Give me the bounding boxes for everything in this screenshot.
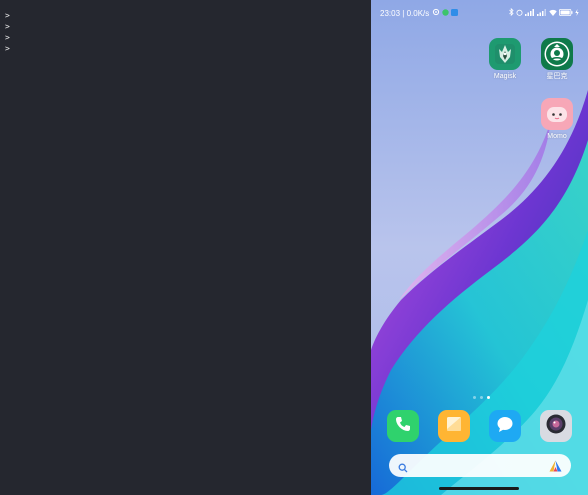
wifi-icon bbox=[549, 7, 557, 21]
momo-icon bbox=[541, 98, 573, 130]
dock-messages-app[interactable] bbox=[489, 410, 521, 442]
bluetooth-icon bbox=[509, 7, 514, 21]
signal-icon bbox=[537, 7, 547, 21]
terminal-panel[interactable]: > > > > bbox=[0, 0, 371, 495]
settings-gear-icon bbox=[432, 7, 440, 21]
notes-icon bbox=[444, 414, 464, 439]
alarm-icon bbox=[516, 7, 523, 21]
magisk-icon bbox=[489, 38, 521, 70]
phone-home-screen[interactable]: 23:03 | 0.0K/s Magisk 星巴克 Momo bbox=[371, 0, 588, 495]
app-magisk[interactable]: Magisk bbox=[485, 38, 525, 82]
app-momo[interactable]: Momo bbox=[537, 98, 577, 142]
notification-icon bbox=[442, 7, 449, 21]
assistant-icon[interactable] bbox=[549, 459, 562, 477]
page-indicator bbox=[473, 396, 490, 399]
page-dot bbox=[473, 396, 476, 399]
phone-icon bbox=[394, 415, 412, 438]
app-label: 星巴克 bbox=[546, 73, 568, 80]
dock-phone-app[interactable] bbox=[387, 410, 419, 442]
app-starbucks[interactable]: 星巴克 bbox=[537, 38, 577, 82]
status-bar: 23:03 | 0.0K/s bbox=[371, 7, 588, 21]
home-indicator[interactable] bbox=[439, 487, 519, 490]
battery-icon bbox=[559, 7, 573, 21]
signal-icon bbox=[525, 7, 535, 21]
terminal-prompt: > bbox=[5, 11, 10, 20]
app-label: Momo bbox=[547, 133, 567, 140]
search-icon bbox=[398, 460, 408, 478]
terminal-prompt: > bbox=[5, 44, 10, 53]
terminal-prompt: > bbox=[5, 22, 10, 31]
app-label: Magisk bbox=[493, 73, 517, 80]
page-dot bbox=[480, 396, 483, 399]
status-separator: | bbox=[402, 9, 405, 18]
status-time: 23:03 bbox=[380, 9, 401, 18]
search-bar[interactable] bbox=[389, 454, 571, 477]
messages-icon bbox=[495, 414, 515, 439]
terminal-prompt: > bbox=[5, 33, 10, 42]
dock-notes-app[interactable] bbox=[438, 410, 470, 442]
starbucks-icon bbox=[541, 38, 573, 70]
dock-camera-app[interactable] bbox=[540, 410, 572, 442]
notification-icon bbox=[450, 7, 458, 21]
status-network-speed: 0.0K/s bbox=[406, 9, 430, 18]
page-dot-active bbox=[487, 396, 490, 399]
charging-icon bbox=[575, 7, 579, 21]
camera-icon bbox=[544, 412, 568, 441]
